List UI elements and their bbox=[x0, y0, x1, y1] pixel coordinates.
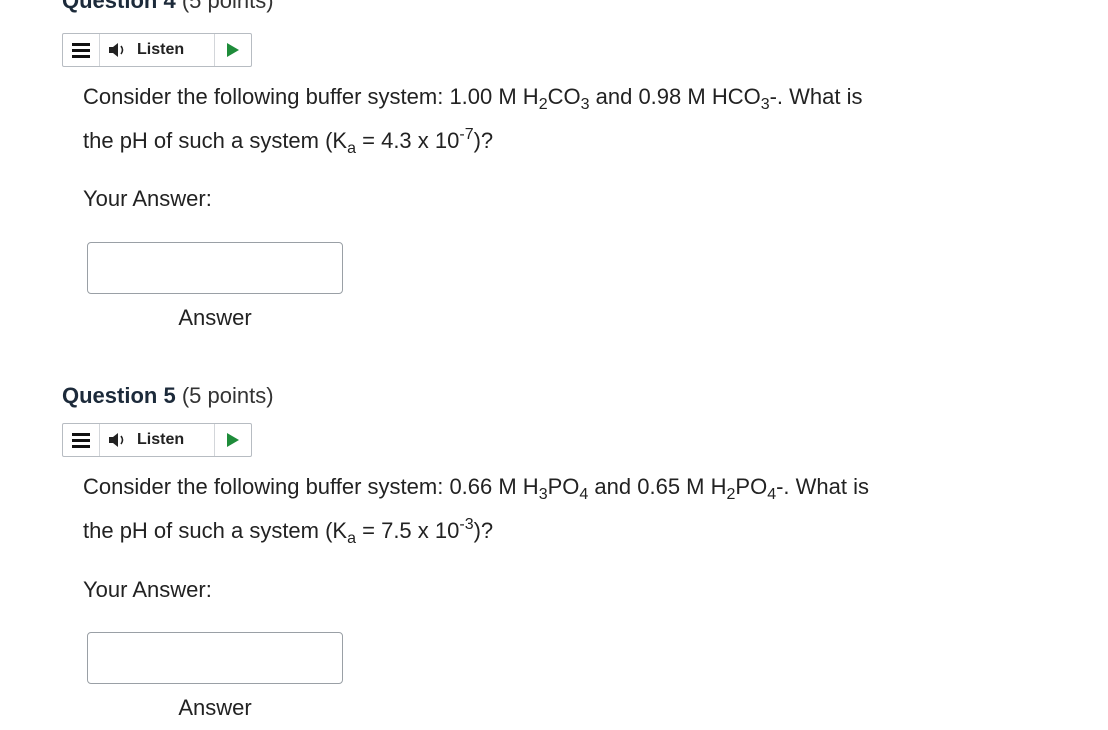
listen-menu-button[interactable] bbox=[63, 34, 100, 66]
your-answer-label: Your Answer: bbox=[83, 186, 212, 211]
play-button[interactable] bbox=[215, 34, 251, 66]
question-text: Consider the following buffer system: 1.… bbox=[83, 84, 863, 157]
listen-label: Listen bbox=[137, 41, 185, 58]
answer-field-label: Answer bbox=[178, 305, 252, 330]
menu-icon bbox=[72, 42, 90, 58]
answer-input[interactable] bbox=[87, 632, 343, 684]
question-number: Question 4 bbox=[62, 0, 176, 13]
listen-toolbar: Listen bbox=[62, 423, 252, 457]
question-points: (5 points) bbox=[181, 383, 274, 408]
your-answer-label: Your Answer: bbox=[83, 577, 212, 602]
answer-input[interactable] bbox=[87, 242, 343, 294]
answer-field-label: Answer bbox=[178, 695, 252, 720]
question-number: Question 5 bbox=[62, 383, 176, 408]
play-icon bbox=[227, 433, 239, 447]
question-4-title: Question 4 (5 points) bbox=[62, 0, 274, 14]
listen-label: Listen bbox=[137, 431, 185, 448]
menu-icon bbox=[72, 432, 90, 448]
listen-button[interactable]: Listen bbox=[100, 34, 215, 66]
speaker-icon bbox=[109, 433, 124, 447]
question-text: Consider the following buffer system: 0.… bbox=[83, 474, 870, 547]
question-points: (5 points) bbox=[181, 0, 274, 13]
speaker-icon bbox=[109, 43, 124, 57]
play-icon bbox=[227, 43, 239, 57]
play-button[interactable] bbox=[215, 424, 251, 456]
listen-button[interactable]: Listen bbox=[100, 424, 215, 456]
question-5-title: Question 5 (5 points) bbox=[62, 383, 274, 409]
listen-menu-button[interactable] bbox=[63, 424, 100, 456]
listen-toolbar: Listen bbox=[62, 33, 252, 67]
